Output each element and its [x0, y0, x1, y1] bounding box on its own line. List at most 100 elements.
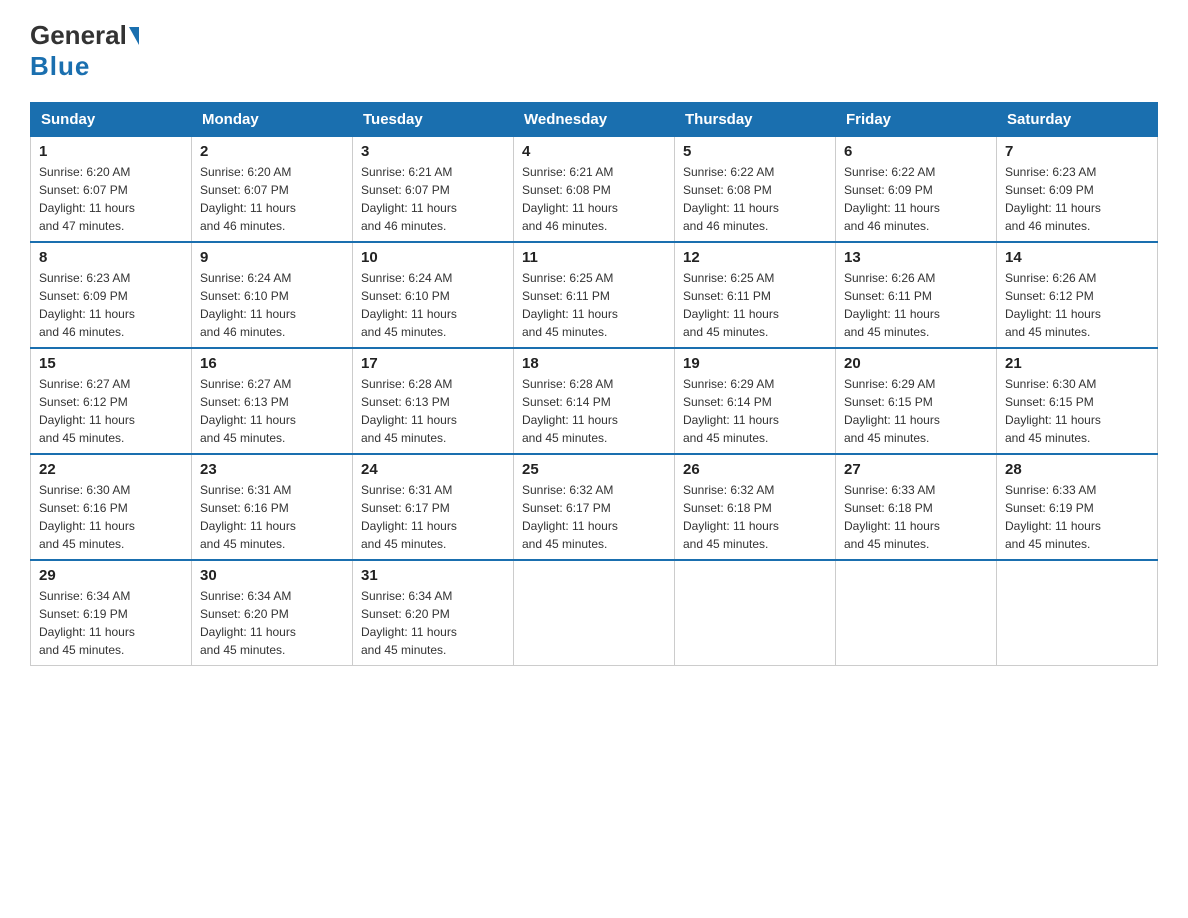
day-number: 5	[683, 143, 827, 160]
logo-triangle-icon	[129, 27, 139, 45]
day-number: 31	[361, 567, 505, 584]
calendar-cell: 8 Sunrise: 6:23 AMSunset: 6:09 PMDayligh…	[31, 242, 192, 348]
day-info: Sunrise: 6:21 AMSunset: 6:07 PMDaylight:…	[361, 163, 505, 235]
calendar-cell: 28 Sunrise: 6:33 AMSunset: 6:19 PMDaylig…	[997, 454, 1158, 560]
logo-general-text: General	[30, 20, 127, 51]
day-info: Sunrise: 6:22 AMSunset: 6:08 PMDaylight:…	[683, 163, 827, 235]
day-number: 10	[361, 249, 505, 266]
day-info: Sunrise: 6:33 AMSunset: 6:19 PMDaylight:…	[1005, 481, 1149, 553]
calendar-cell: 20 Sunrise: 6:29 AMSunset: 6:15 PMDaylig…	[836, 348, 997, 454]
day-number: 25	[522, 461, 666, 478]
calendar-cell: 24 Sunrise: 6:31 AMSunset: 6:17 PMDaylig…	[353, 454, 514, 560]
day-number: 19	[683, 355, 827, 372]
calendar-cell: 7 Sunrise: 6:23 AMSunset: 6:09 PMDayligh…	[997, 137, 1158, 243]
calendar-cell: 29 Sunrise: 6:34 AMSunset: 6:19 PMDaylig…	[31, 560, 192, 666]
day-info: Sunrise: 6:25 AMSunset: 6:11 PMDaylight:…	[683, 269, 827, 341]
day-header-wednesday: Wednesday	[514, 103, 675, 137]
day-info: Sunrise: 6:30 AMSunset: 6:16 PMDaylight:…	[39, 481, 183, 553]
day-info: Sunrise: 6:30 AMSunset: 6:15 PMDaylight:…	[1005, 375, 1149, 447]
day-info: Sunrise: 6:22 AMSunset: 6:09 PMDaylight:…	[844, 163, 988, 235]
calendar-cell: 18 Sunrise: 6:28 AMSunset: 6:14 PMDaylig…	[514, 348, 675, 454]
calendar-cell: 27 Sunrise: 6:33 AMSunset: 6:18 PMDaylig…	[836, 454, 997, 560]
day-info: Sunrise: 6:34 AMSunset: 6:19 PMDaylight:…	[39, 587, 183, 659]
day-number: 27	[844, 461, 988, 478]
day-header-thursday: Thursday	[675, 103, 836, 137]
day-header-tuesday: Tuesday	[353, 103, 514, 137]
day-info: Sunrise: 6:31 AMSunset: 6:16 PMDaylight:…	[200, 481, 344, 553]
day-info: Sunrise: 6:34 AMSunset: 6:20 PMDaylight:…	[200, 587, 344, 659]
calendar-cell: 3 Sunrise: 6:21 AMSunset: 6:07 PMDayligh…	[353, 137, 514, 243]
day-info: Sunrise: 6:23 AMSunset: 6:09 PMDaylight:…	[1005, 163, 1149, 235]
day-number: 9	[200, 249, 344, 266]
day-number: 4	[522, 143, 666, 160]
calendar-cell: 11 Sunrise: 6:25 AMSunset: 6:11 PMDaylig…	[514, 242, 675, 348]
day-info: Sunrise: 6:24 AMSunset: 6:10 PMDaylight:…	[361, 269, 505, 341]
calendar-cell: 15 Sunrise: 6:27 AMSunset: 6:12 PMDaylig…	[31, 348, 192, 454]
day-number: 15	[39, 355, 183, 372]
calendar-cell: 23 Sunrise: 6:31 AMSunset: 6:16 PMDaylig…	[192, 454, 353, 560]
calendar-cell: 6 Sunrise: 6:22 AMSunset: 6:09 PMDayligh…	[836, 137, 997, 243]
calendar-cell: 13 Sunrise: 6:26 AMSunset: 6:11 PMDaylig…	[836, 242, 997, 348]
day-info: Sunrise: 6:20 AMSunset: 6:07 PMDaylight:…	[39, 163, 183, 235]
calendar-cell: 14 Sunrise: 6:26 AMSunset: 6:12 PMDaylig…	[997, 242, 1158, 348]
calendar-week-row: 29 Sunrise: 6:34 AMSunset: 6:19 PMDaylig…	[31, 560, 1158, 666]
calendar-cell: 16 Sunrise: 6:27 AMSunset: 6:13 PMDaylig…	[192, 348, 353, 454]
calendar-cell	[675, 560, 836, 666]
calendar-week-row: 1 Sunrise: 6:20 AMSunset: 6:07 PMDayligh…	[31, 137, 1158, 243]
day-number: 24	[361, 461, 505, 478]
day-info: Sunrise: 6:26 AMSunset: 6:12 PMDaylight:…	[1005, 269, 1149, 341]
day-info: Sunrise: 6:27 AMSunset: 6:13 PMDaylight:…	[200, 375, 344, 447]
calendar-table: SundayMondayTuesdayWednesdayThursdayFrid…	[30, 102, 1158, 666]
day-info: Sunrise: 6:29 AMSunset: 6:15 PMDaylight:…	[844, 375, 988, 447]
calendar-cell	[836, 560, 997, 666]
day-info: Sunrise: 6:33 AMSunset: 6:18 PMDaylight:…	[844, 481, 988, 553]
calendar-cell: 2 Sunrise: 6:20 AMSunset: 6:07 PMDayligh…	[192, 137, 353, 243]
calendar-cell	[514, 560, 675, 666]
day-info: Sunrise: 6:32 AMSunset: 6:18 PMDaylight:…	[683, 481, 827, 553]
day-info: Sunrise: 6:25 AMSunset: 6:11 PMDaylight:…	[522, 269, 666, 341]
calendar-cell: 12 Sunrise: 6:25 AMSunset: 6:11 PMDaylig…	[675, 242, 836, 348]
day-number: 17	[361, 355, 505, 372]
day-info: Sunrise: 6:28 AMSunset: 6:13 PMDaylight:…	[361, 375, 505, 447]
day-number: 29	[39, 567, 183, 584]
day-number: 28	[1005, 461, 1149, 478]
calendar-cell: 25 Sunrise: 6:32 AMSunset: 6:17 PMDaylig…	[514, 454, 675, 560]
calendar-cell: 21 Sunrise: 6:30 AMSunset: 6:15 PMDaylig…	[997, 348, 1158, 454]
day-number: 2	[200, 143, 344, 160]
calendar-cell: 9 Sunrise: 6:24 AMSunset: 6:10 PMDayligh…	[192, 242, 353, 348]
calendar-cell: 26 Sunrise: 6:32 AMSunset: 6:18 PMDaylig…	[675, 454, 836, 560]
calendar-cell: 4 Sunrise: 6:21 AMSunset: 6:08 PMDayligh…	[514, 137, 675, 243]
logo-blue-text: Blue	[30, 51, 90, 82]
day-info: Sunrise: 6:28 AMSunset: 6:14 PMDaylight:…	[522, 375, 666, 447]
day-number: 14	[1005, 249, 1149, 266]
day-info: Sunrise: 6:24 AMSunset: 6:10 PMDaylight:…	[200, 269, 344, 341]
day-header-sunday: Sunday	[31, 103, 192, 137]
day-number: 20	[844, 355, 988, 372]
day-info: Sunrise: 6:20 AMSunset: 6:07 PMDaylight:…	[200, 163, 344, 235]
day-info: Sunrise: 6:29 AMSunset: 6:14 PMDaylight:…	[683, 375, 827, 447]
day-number: 26	[683, 461, 827, 478]
day-number: 3	[361, 143, 505, 160]
day-number: 1	[39, 143, 183, 160]
day-info: Sunrise: 6:34 AMSunset: 6:20 PMDaylight:…	[361, 587, 505, 659]
calendar-week-row: 22 Sunrise: 6:30 AMSunset: 6:16 PMDaylig…	[31, 454, 1158, 560]
day-number: 21	[1005, 355, 1149, 372]
day-number: 6	[844, 143, 988, 160]
calendar-cell: 1 Sunrise: 6:20 AMSunset: 6:07 PMDayligh…	[31, 137, 192, 243]
day-info: Sunrise: 6:32 AMSunset: 6:17 PMDaylight:…	[522, 481, 666, 553]
day-info: Sunrise: 6:21 AMSunset: 6:08 PMDaylight:…	[522, 163, 666, 235]
day-header-friday: Friday	[836, 103, 997, 137]
day-info: Sunrise: 6:26 AMSunset: 6:11 PMDaylight:…	[844, 269, 988, 341]
calendar-cell: 31 Sunrise: 6:34 AMSunset: 6:20 PMDaylig…	[353, 560, 514, 666]
day-number: 30	[200, 567, 344, 584]
day-number: 16	[200, 355, 344, 372]
day-number: 23	[200, 461, 344, 478]
day-info: Sunrise: 6:27 AMSunset: 6:12 PMDaylight:…	[39, 375, 183, 447]
day-number: 13	[844, 249, 988, 266]
day-number: 11	[522, 249, 666, 266]
day-header-monday: Monday	[192, 103, 353, 137]
day-info: Sunrise: 6:31 AMSunset: 6:17 PMDaylight:…	[361, 481, 505, 553]
day-number: 12	[683, 249, 827, 266]
day-number: 7	[1005, 143, 1149, 160]
calendar-cell: 19 Sunrise: 6:29 AMSunset: 6:14 PMDaylig…	[675, 348, 836, 454]
